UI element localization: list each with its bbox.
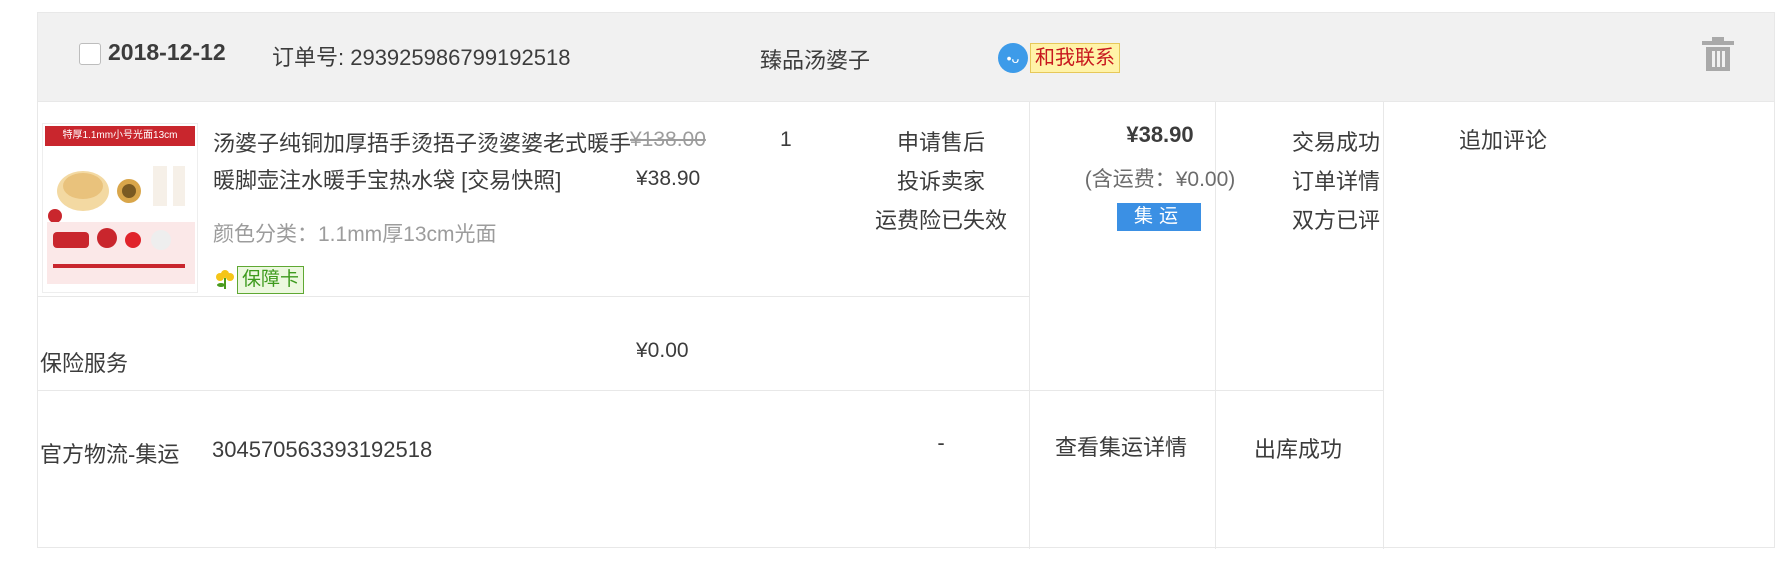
order-date: 2018-12-12 [108,39,226,65]
apply-after-sales-link[interactable]: 申请售后 [858,123,1024,162]
shipping-fee: (含运费：¥0.00) [1084,168,1236,191]
flower-icon [216,270,234,289]
product-thumbnail[interactable]: 特厚1.1mm小号光面13cm [42,123,198,293]
product-variant: 颜色分类：1.1mm厚13cm光面 [213,223,497,246]
consolidated-shipping-badge: 集运 [1117,203,1201,231]
logistics-placeholder: - [937,430,945,455]
logistics-status: 出库成功 [1253,437,1342,462]
divider [38,390,1383,391]
logistics-label: 官方物流-集运 [40,442,180,467]
order-details-link[interactable]: 订单详情 [1252,162,1420,201]
order-header: 2018-12-12 订单号: 293925986799192518 臻品汤婆子… [38,13,1774,102]
contact-seller-label: 和我联系 [1030,43,1120,73]
shop-name-link[interactable]: 臻品汤婆子 [760,43,870,75]
tracking-number: 304570563393192518 [212,437,433,462]
insurance-service-label: 保险服务 [40,351,129,376]
complain-seller-link[interactable]: 投诉卖家 [858,162,1024,201]
trade-status: 交易成功 [1291,130,1380,155]
review-status-link[interactable]: 双方已评 [1252,201,1420,240]
unit-price: ¥38.90 [636,167,701,190]
trash-icon[interactable] [1702,37,1734,71]
guarantee-label: 保障卡 [237,266,305,294]
status-column: 交易成功 订单详情 双方已评 [1252,123,1420,240]
original-price: ¥138.00 [630,128,706,151]
order-number: 订单号: 293925986799192518 [272,45,571,70]
product-image [47,166,195,284]
divider [38,296,1029,297]
add-review-link[interactable]: 追加评论 [1420,123,1586,155]
shipping-insurance-status: 运费险已失效 [874,208,1007,233]
operations-column: 申请售后 投诉卖家 运费险已失效 [858,123,1024,240]
chat-bubble-icon: •ᴗ [998,43,1028,73]
quantity: 1 [780,128,792,151]
guarantee-card-badge[interactable]: 保障卡 [215,264,319,294]
insurance-price: ¥0.00 [636,339,689,362]
product-name-link[interactable]: 汤婆子纯铜加厚捂手烫捂子烫婆婆老式暖手暖脚壶注水暖手宝热水袋 [交易快照] [213,125,633,199]
divider [1029,101,1030,549]
thumbnail-banner: 特厚1.1mm小号光面13cm [45,126,195,146]
total-paid: ¥38.90 [1126,122,1194,147]
order-checkbox[interactable] [79,43,101,65]
contact-seller-button[interactable]: •ᴗ 和我联系 [998,40,1168,74]
view-consolidation-details-link[interactable]: 查看集运详情 [1028,430,1214,462]
